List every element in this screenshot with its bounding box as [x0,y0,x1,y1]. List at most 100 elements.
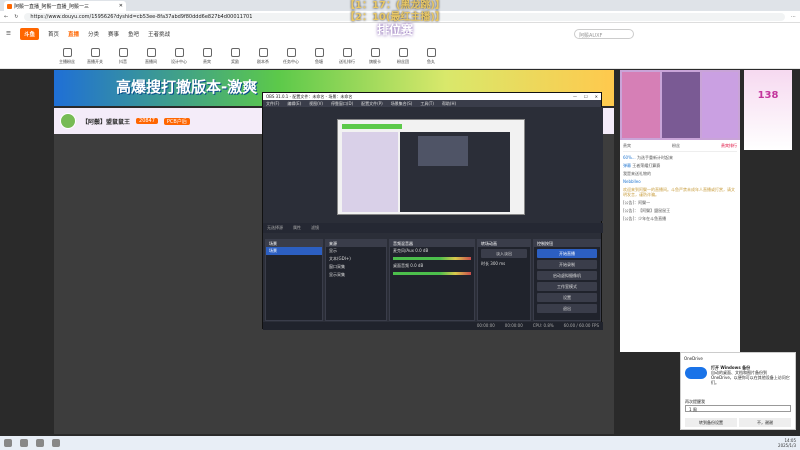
mixer-channel: 桌面音频 0.0 dB [390,262,474,270]
avatar[interactable] [60,113,76,129]
category-item[interactable]: 任务中心 [278,48,304,65]
source-item[interactable]: 显示采集 [326,271,386,279]
system-message: [公告]：少年在斗鱼直播 [623,216,667,221]
category-item[interactable]: 抖音 [110,48,136,65]
chat-tabs: 贵宾 粉丝 贵宾排行 [623,143,737,152]
status-record-time: 00:00:00 [504,323,523,328]
status-cpu: CPU: 0.8% [532,323,554,328]
obs-statusbar: 00:00:00 00:00:00 CPU: 0.8% 60.00 / 60.0… [263,322,603,330]
settings-button[interactable]: 设置 [537,293,597,302]
menu-scene-collection[interactable]: 场景集合(S) [391,101,413,107]
obs-window[interactable]: OBS 31.0.1 - 配置文件：未命名 - 场景：未命名 — ☐ ✕ 文件(F)… [262,92,603,330]
level-badge: 20847 [136,118,158,124]
category-item[interactable]: 鱼塘 [306,48,332,65]
category-item[interactable]: 主播粉丝 [54,48,80,65]
menu-edit[interactable]: 编辑(E) [287,101,301,107]
menu-profile[interactable]: 配置文件(P) [361,101,383,107]
menu-dock[interactable]: 停靠窗口(D) [331,101,353,107]
obs-icon[interactable] [52,439,60,447]
tab-vip-rank[interactable]: 贵宾排行 [721,143,737,149]
no-source-label: 无选择源 [267,225,283,230]
category-icon [286,48,296,57]
tab-vip[interactable]: 贵宾 [623,143,631,149]
category-item[interactable]: 粉丝团 [390,48,416,65]
category-item[interactable]: 送礼排行 [334,48,360,65]
no-thanks-button[interactable]: 不，谢谢 [739,418,791,427]
category-item[interactable]: 设计中心 [166,48,192,65]
site-logo[interactable]: 斗鱼 [19,28,39,40]
room-title: 【阿鬃】盟鼠鼠王 [82,118,131,126]
tab-fans[interactable]: 粉丝 [672,143,680,149]
filters-button[interactable]: 滤镜 [311,225,319,231]
obs-preview[interactable] [263,107,603,221]
chat-user[interactable]: Nebblleo [623,179,641,184]
category-icon [258,48,268,57]
system-message: [公告]：阿鬃一 [623,200,651,205]
ad-image[interactable] [702,72,738,138]
nav-item-live[interactable]: 直播 [68,30,79,38]
category-label: 粉丝团 [397,59,409,64]
remind-select[interactable]: 1 周 [685,405,791,412]
start-streaming-button[interactable]: 开始直播 [537,249,597,258]
source-item[interactable]: 显示 [326,247,386,255]
nav-item-yuba[interactable]: 鱼吧 [128,30,139,38]
category-item[interactable]: 直播开关 [82,48,108,65]
chat-user[interactable]: 60%... [623,155,636,160]
menu-tools[interactable]: 工具(T) [420,101,434,107]
sources-header: 来源 [326,240,386,247]
menu-help[interactable]: 帮助(H) [442,101,456,107]
category-label: 设计中心 [171,59,187,64]
category-item[interactable]: 直播间 [138,48,164,65]
hamburger-icon[interactable]: ☰ [6,31,11,37]
exit-button[interactable]: 退出 [537,304,597,313]
browser-tab[interactable]: 阿鬃一直播_阿鬃一直播_阿鬃一三 ✕ [4,1,126,11]
duration-input[interactable]: 300 ms [490,261,505,266]
category-label: 贵宾 [203,59,211,64]
chat-user[interactable]: 弹幕 [623,163,631,168]
category-item[interactable]: 鱼丸 [418,48,444,65]
source-item[interactable]: 窗口采集 [326,263,386,271]
ad-image[interactable] [662,72,700,138]
go-to-backup-button[interactable]: 转到备份设置 [685,418,737,427]
scene-item[interactable]: 场景 [266,247,322,255]
minimize-icon[interactable]: — [573,94,577,99]
event-decoration[interactable]: 138 [744,70,792,150]
virtual-camera-button[interactable]: 启动虚拟摄像机 [537,271,597,280]
browser-tab-title: 阿鬃一直播_阿鬃一直播_阿鬃一三 [14,3,90,10]
category-item[interactable]: 贵宾 [194,48,220,65]
scenes-header: 场景 [266,240,322,247]
menu-view[interactable]: 视图(V) [309,101,323,107]
studio-mode-button[interactable]: 工作室模式 [537,282,597,291]
close-icon[interactable]: ✕ [119,3,123,9]
search-input[interactable]: 阿鬃AUXF [574,29,634,39]
category-item[interactable]: 旗舰卡 [362,48,388,65]
nav-item-challenge[interactable]: 王者挑战 [148,30,170,38]
ad-image[interactable] [622,72,660,138]
nav-item-category[interactable]: 分类 [88,30,99,38]
onedrive-cloud-icon [685,367,707,379]
transition-select[interactable]: 淡入淡出 [481,249,527,258]
obs-titlebar[interactable]: OBS 31.0.1 - 配置文件：未命名 - 场景：未命名 — ☐ ✕ [263,93,601,100]
right-ads[interactable] [620,70,740,140]
menu-icon[interactable]: ⋯ [791,14,796,20]
volume-meter[interactable] [393,257,471,260]
refresh-icon[interactable]: ↻ [14,14,18,20]
category-item[interactable]: 奖励 [222,48,248,65]
nav-item-esports[interactable]: 赛事 [108,30,119,38]
browser-icon[interactable] [36,439,44,447]
category-icon [314,48,324,57]
nav-item-home[interactable]: 首页 [48,30,59,38]
menu-file[interactable]: 文件(F) [266,101,279,107]
scenes-dock: 场景 场景 [265,239,323,321]
maximize-icon[interactable]: ☐ [584,94,588,99]
clock[interactable]: 14:05 2025/1/3 [778,438,796,448]
source-item[interactable]: 文本(GDI+) [326,255,386,263]
volume-meter[interactable] [393,272,471,275]
properties-button[interactable]: 属性 [293,225,301,231]
start-recording-button[interactable]: 开始录制 [537,260,597,269]
start-icon[interactable] [4,439,12,447]
back-icon[interactable]: ← [4,14,8,20]
close-icon[interactable]: ✕ [595,94,598,99]
category-item[interactable]: 剧本杀 [250,48,276,65]
search-icon[interactable] [20,439,28,447]
